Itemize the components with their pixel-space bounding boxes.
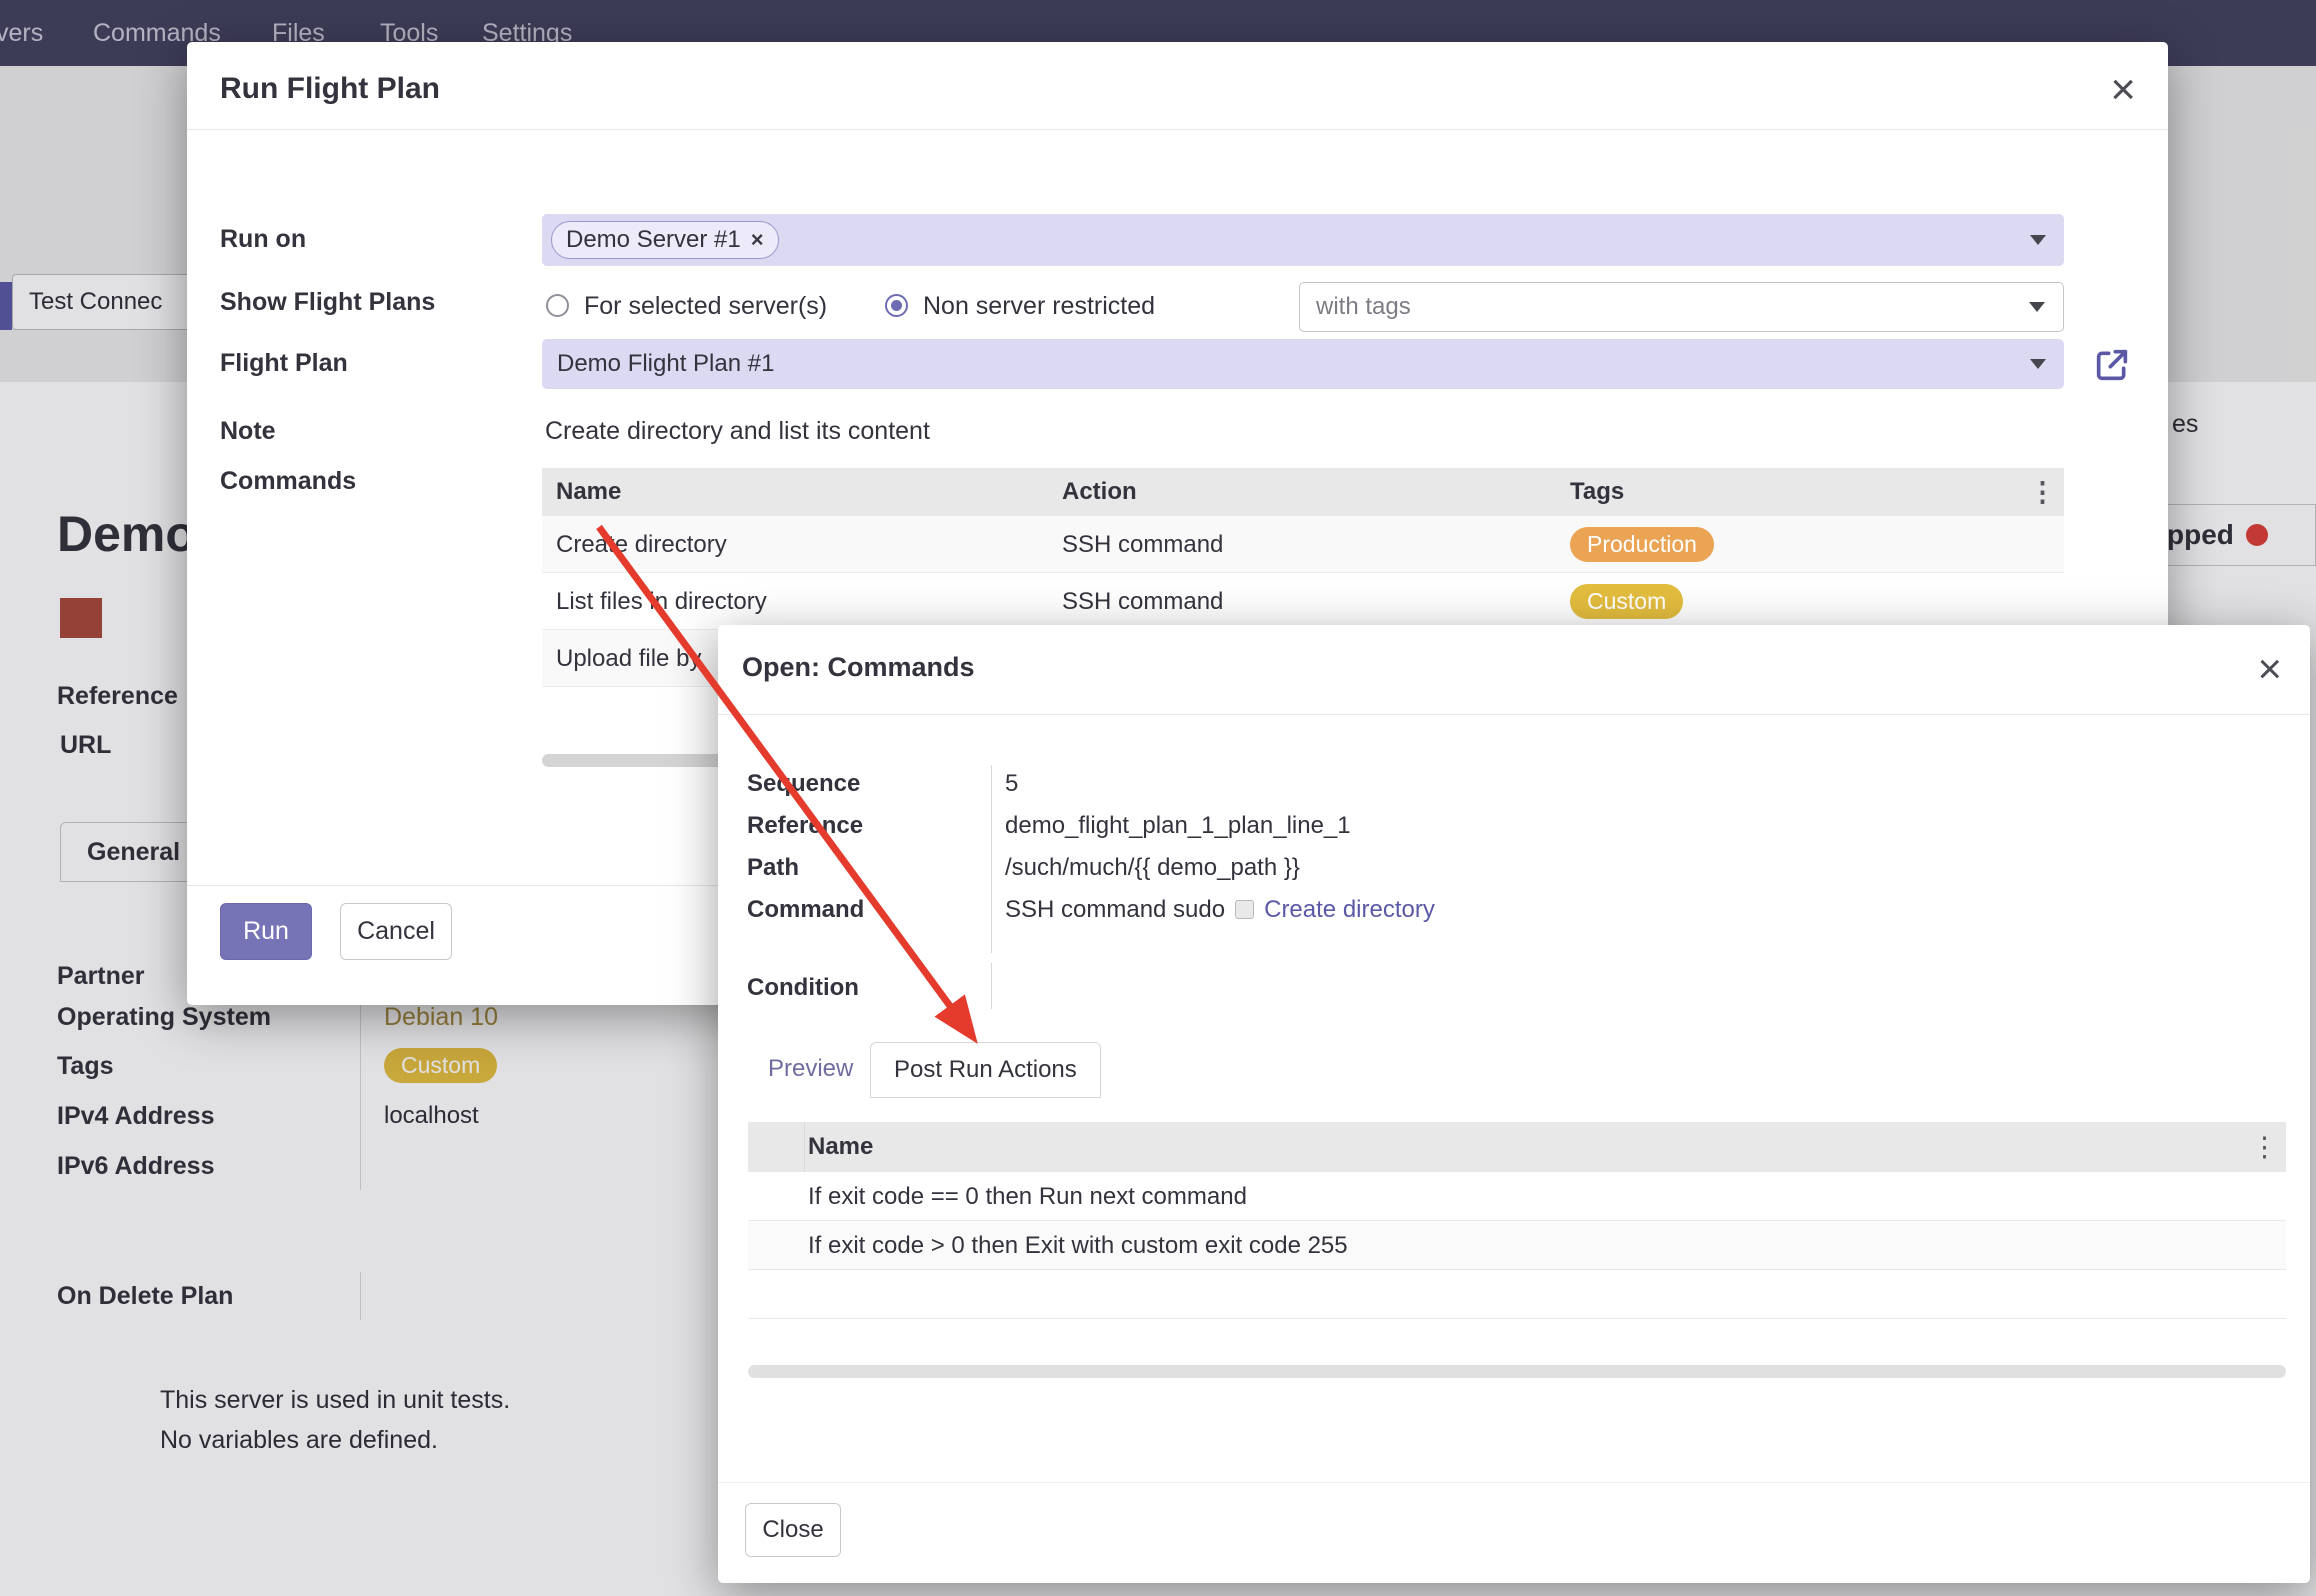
label-run-on: Run on <box>220 225 306 254</box>
dialog-title: Open: Commands <box>742 652 975 683</box>
row-name: Create directory <box>556 516 727 573</box>
row-name: If exit code == 0 then Run next command <box>808 1172 1247 1221</box>
label-commands: Commands <box>220 467 356 496</box>
screen: vers Commands Files Tools Settings Test … <box>0 0 2316 1596</box>
command-text: SSH command sudo <box>1005 896 1225 923</box>
header-name[interactable]: Name <box>808 1122 873 1172</box>
table-row[interactable]: If exit code > 0 then Exit with custom e… <box>748 1221 2286 1270</box>
row-tags: Production <box>1570 516 1714 572</box>
value-reference: demo_flight_plan_1_plan_line_1 <box>1005 812 1351 840</box>
label-path: Path <box>747 854 799 882</box>
tag-badge-custom[interactable]: Custom <box>1570 584 1683 619</box>
horizontal-scrollbar[interactable] <box>748 1365 2286 1378</box>
external-link-icon[interactable] <box>2092 345 2132 385</box>
radio-non-server-restricted[interactable] <box>885 294 908 317</box>
with-tags-select[interactable]: with tags <box>1299 282 2064 332</box>
value-sequence: 5 <box>1005 770 1018 798</box>
label-flight-plan: Flight Plan <box>220 349 348 378</box>
radio-selected-servers-label[interactable]: For selected server(s) <box>584 292 827 321</box>
table-header: Name ⋮ <box>748 1122 2286 1172</box>
create-directory-link[interactable]: Create directory <box>1264 896 1435 923</box>
open-commands-dialog: Open: Commands × Sequence Reference Path… <box>718 625 2310 1583</box>
run-button[interactable]: Run <box>220 903 312 960</box>
cancel-button[interactable]: Cancel <box>340 903 452 960</box>
commands-table-header: Name Action Tags ⋮ <box>542 468 2064 516</box>
header-action[interactable]: Action <box>1062 468 1137 516</box>
chevron-down-icon[interactable] <box>2030 235 2046 245</box>
row-tags: Custom <box>1570 573 1683 629</box>
sudo-checkbox[interactable] <box>1235 900 1254 919</box>
label-note: Note <box>220 417 276 446</box>
dialog-title: Run Flight Plan <box>220 72 440 106</box>
kebab-menu-icon[interactable]: ⋮ <box>2029 468 2056 516</box>
label-sequence: Sequence <box>747 770 860 798</box>
tag-badge-production[interactable]: Production <box>1570 527 1714 562</box>
dialog-footer: Close <box>718 1482 2310 1583</box>
table-row[interactable]: List files in directory SSH command Cust… <box>542 573 2064 630</box>
label-command: Command <box>747 896 864 924</box>
row-name: Upload file by <box>556 630 701 687</box>
row-action: SSH command <box>1062 516 1223 573</box>
row-action: SSH command <box>1062 573 1223 630</box>
chevron-down-icon[interactable] <box>2030 359 2046 369</box>
field-divider <box>991 963 992 1009</box>
table-row[interactable]: If exit code == 0 then Run next command <box>748 1172 2286 1221</box>
header-tags[interactable]: Tags <box>1570 468 1624 516</box>
field-divider <box>991 765 992 953</box>
label-show-flight-plans: Show Flight Plans <box>220 288 435 317</box>
dialog-header: Run Flight Plan × <box>187 42 2168 130</box>
value-path: /such/much/{{ demo_path }} <box>1005 854 1300 882</box>
post-run-actions-table: Name ⋮ If exit code == 0 then Run next c… <box>748 1122 2286 1319</box>
run-on-field[interactable]: Demo Server #1 × <box>542 214 2064 266</box>
dialog-header: Open: Commands × <box>718 625 2310 715</box>
radio-selected-servers[interactable] <box>546 294 569 317</box>
server-chip[interactable]: Demo Server #1 × <box>551 221 779 259</box>
flight-plan-value: Demo Flight Plan #1 <box>557 339 774 389</box>
column-divider <box>804 1122 805 1172</box>
header-name[interactable]: Name <box>556 468 621 516</box>
close-icon[interactable]: × <box>2110 68 2136 112</box>
flight-plan-select[interactable]: Demo Flight Plan #1 <box>542 339 2064 389</box>
radio-non-server-restricted-label[interactable]: Non server restricted <box>923 292 1155 321</box>
close-button[interactable]: Close <box>745 1503 841 1557</box>
chip-remove-icon[interactable]: × <box>751 227 764 253</box>
table-row[interactable]: Create directory SSH command Production <box>542 516 2064 573</box>
kebab-menu-icon[interactable]: ⋮ <box>2251 1122 2278 1172</box>
note-value: Create directory and list its content <box>545 417 930 446</box>
tab-preview[interactable]: Preview <box>768 1055 853 1083</box>
label-condition: Condition <box>747 974 859 1002</box>
server-chip-label: Demo Server #1 <box>566 226 741 254</box>
value-command: SSH command sudo Create directory <box>1005 896 1435 924</box>
close-icon[interactable]: × <box>2257 648 2282 690</box>
label-reference: Reference <box>747 812 863 840</box>
chevron-down-icon[interactable] <box>2029 302 2045 312</box>
with-tags-placeholder: with tags <box>1316 293 1411 320</box>
row-name: List files in directory <box>556 573 767 630</box>
row-name: If exit code > 0 then Exit with custom e… <box>808 1221 1348 1270</box>
table-row-empty[interactable] <box>748 1270 2286 1319</box>
tab-post-run-actions[interactable]: Post Run Actions <box>870 1042 1101 1098</box>
